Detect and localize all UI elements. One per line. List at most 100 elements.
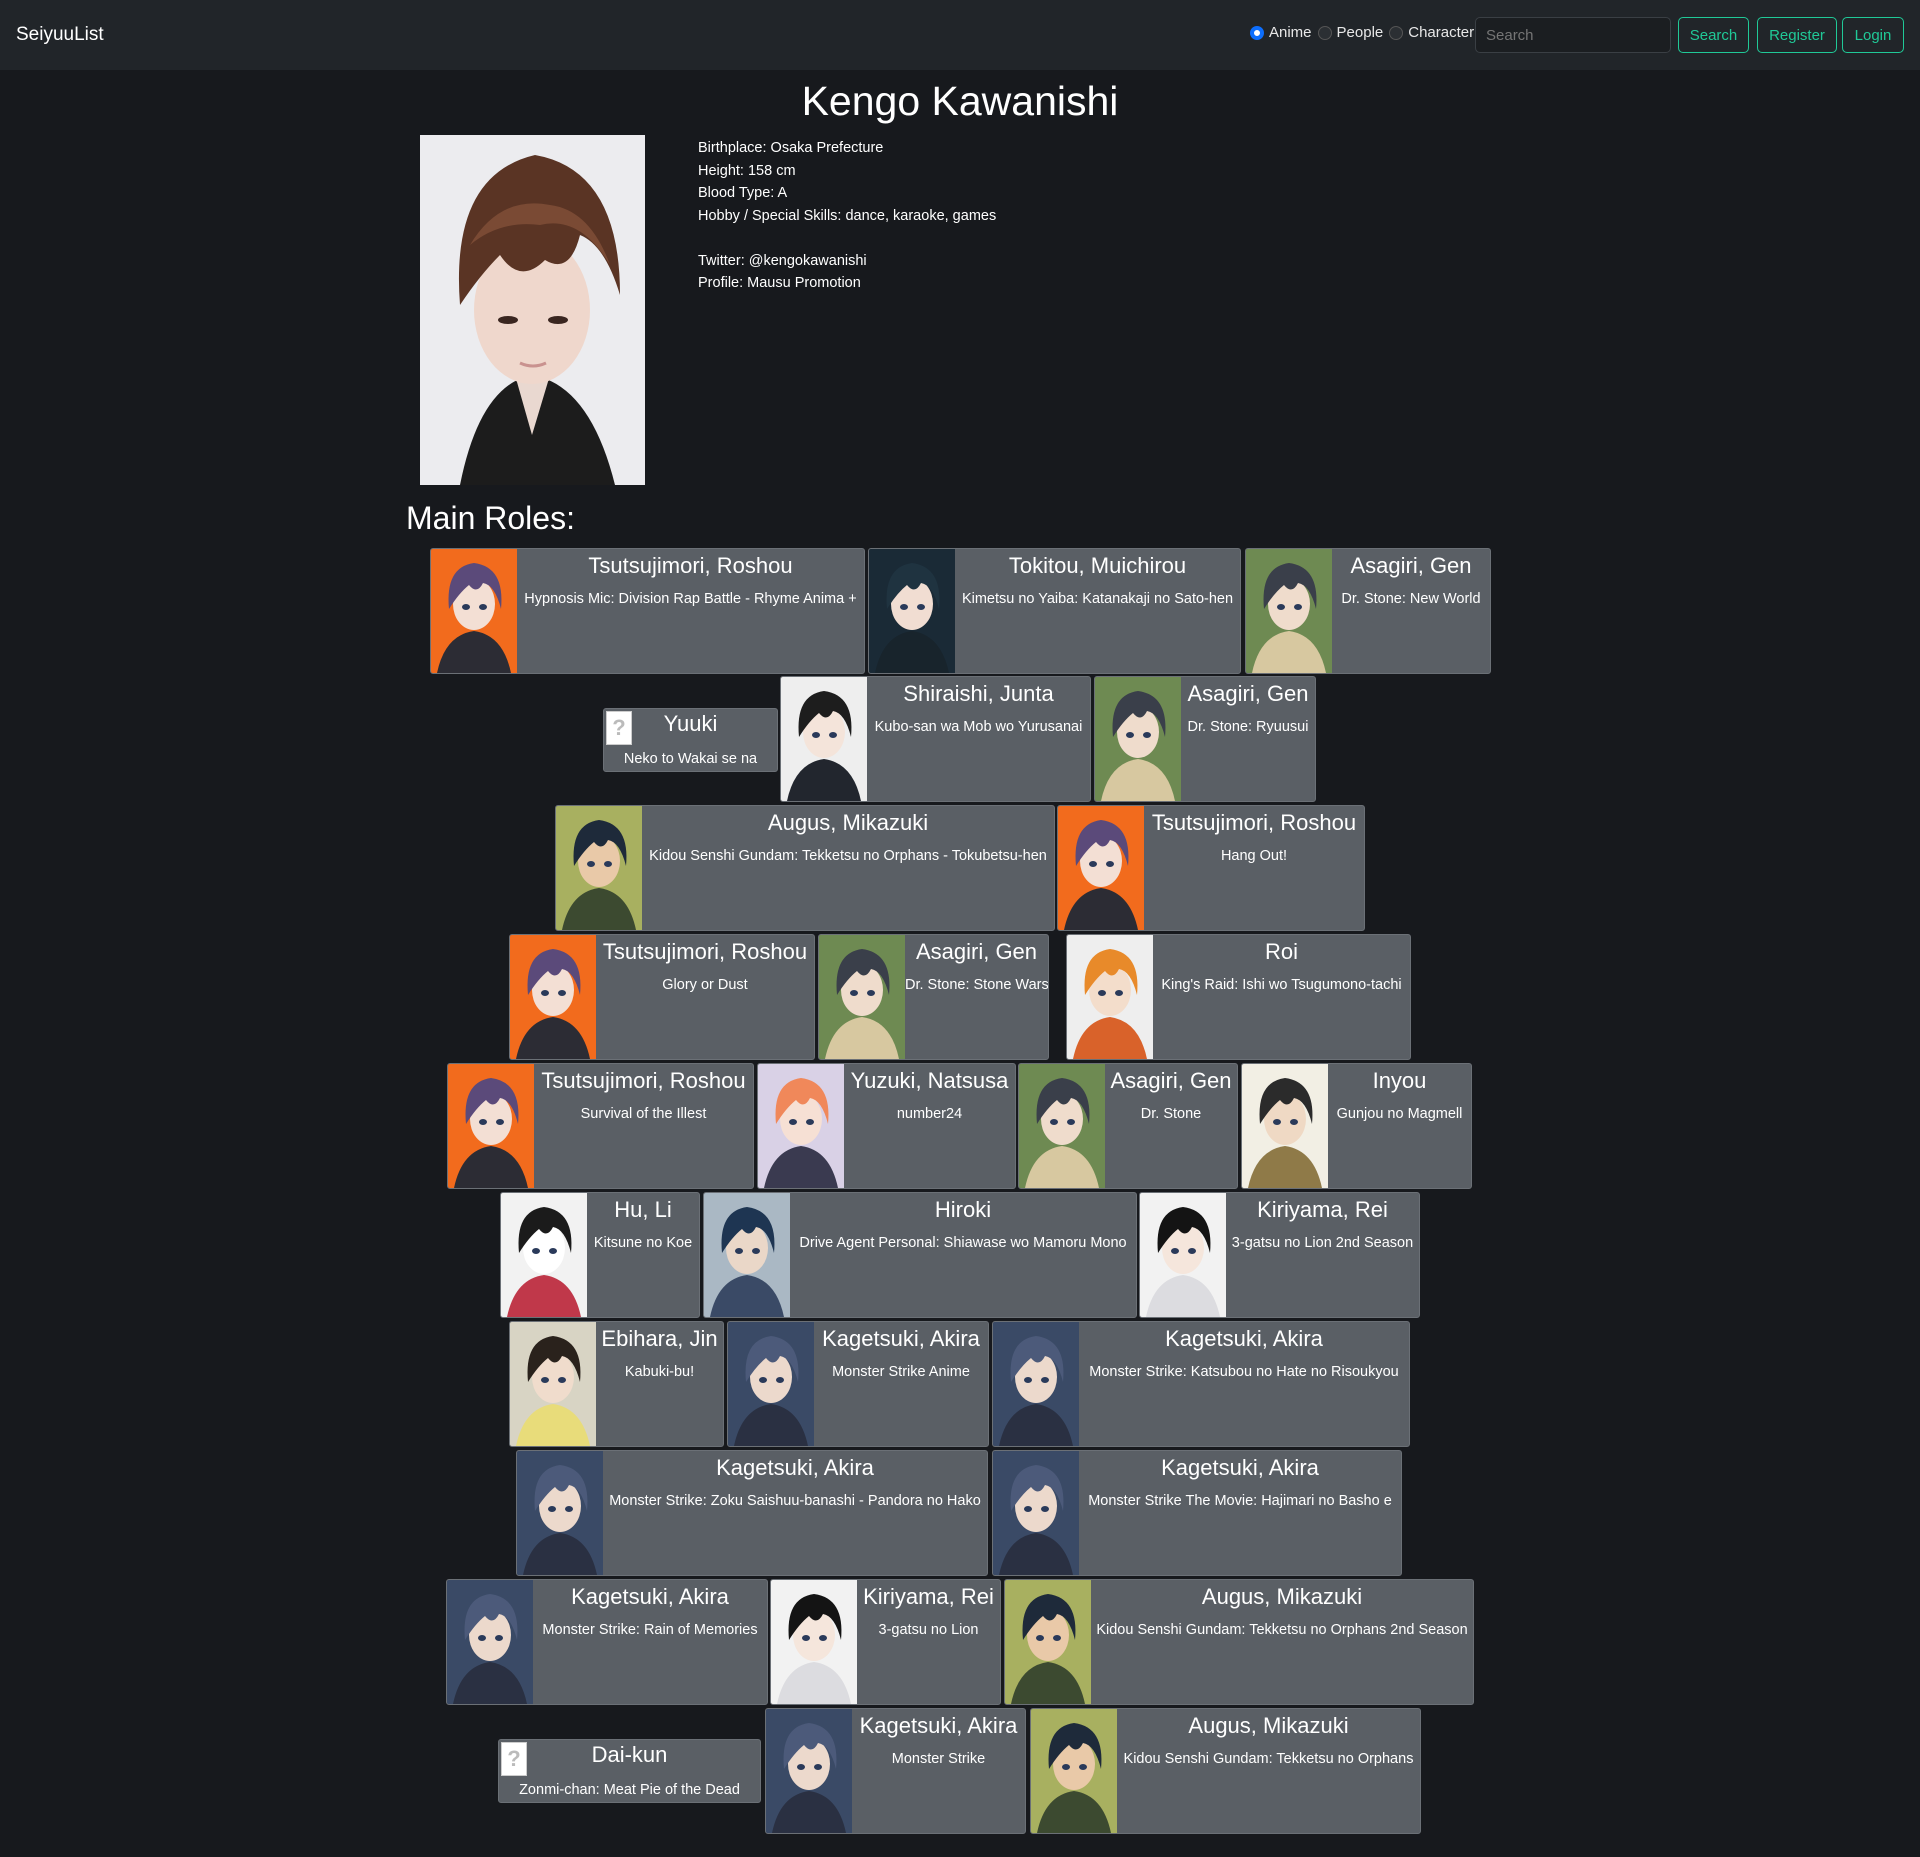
radio-anime[interactable]: Anime <box>1250 24 1312 41</box>
anime-title[interactable]: Monster Strike: Katsubou no Hate no Riso… <box>1079 1364 1409 1380</box>
anime-title[interactable]: Kitsune no Koe <box>587 1235 699 1251</box>
role-card[interactable]: Asagiri, Gen Dr. Stone <box>1018 1063 1238 1189</box>
anime-title[interactable]: Gunjou no Magmell <box>1328 1106 1471 1122</box>
character-name[interactable]: Tsutsujimori, Roshou <box>1144 810 1364 836</box>
character-name[interactable]: Kagetsuki, Akira <box>603 1455 987 1481</box>
role-card[interactable]: Hu, Li Kitsune no Koe <box>500 1192 700 1318</box>
anime-title[interactable]: Zonmi-chan: Meat Pie of the Dead <box>499 1782 760 1798</box>
character-name[interactable]: Kiriyama, Rei <box>857 1584 1000 1610</box>
character-thumbnail[interactable] <box>510 935 596 1059</box>
anime-title[interactable]: Neko to Wakai se na <box>604 751 777 767</box>
role-card[interactable]: Tsutsujimori, Roshou Glory or Dust <box>509 934 815 1060</box>
character-name[interactable]: Asagiri, Gen <box>1105 1068 1237 1094</box>
role-card[interactable]: Ebihara, Jin Kabuki-bu! <box>509 1321 724 1447</box>
character-thumbnail[interactable] <box>1095 677 1181 801</box>
character-name[interactable]: Hu, Li <box>587 1197 699 1223</box>
character-thumbnail[interactable] <box>1019 1064 1105 1188</box>
role-card[interactable]: ? Yuuki Neko to Wakai se na <box>603 708 778 772</box>
anime-title[interactable]: Kabuki-bu! <box>596 1364 723 1380</box>
character-thumbnail[interactable] <box>1005 1580 1091 1704</box>
character-thumbnail[interactable] <box>1031 1709 1117 1833</box>
character-name[interactable]: Tsutsujimori, Roshou <box>596 939 814 965</box>
role-card[interactable]: Roi King's Raid: Ishi wo Tsugumono-tachi <box>1066 934 1411 1060</box>
role-card[interactable]: Tsutsujimori, Roshou Survival of the Ille… <box>447 1063 754 1189</box>
anime-title[interactable]: Monster Strike <box>852 1751 1025 1767</box>
character-thumbnail[interactable] <box>1246 549 1332 673</box>
radio-character[interactable]: Character <box>1389 24 1474 41</box>
character-thumbnail[interactable] <box>510 1322 596 1446</box>
character-name[interactable]: Tsutsujimori, Roshou <box>534 1068 753 1094</box>
character-thumbnail[interactable] <box>766 1709 852 1833</box>
role-card[interactable]: Tsutsujimori, Roshou Hypnosis Mic: Divisi… <box>430 548 865 674</box>
character-thumbnail[interactable] <box>771 1580 857 1704</box>
anime-title[interactable]: number24 <box>844 1106 1015 1122</box>
anime-title[interactable]: 3-gatsu no Lion 2nd Season <box>1226 1235 1419 1251</box>
character-name[interactable]: Asagiri, Gen <box>1332 553 1490 579</box>
anime-title[interactable]: Monster Strike The Movie: Hajimari no Ba… <box>1079 1493 1401 1509</box>
character-thumbnail[interactable] <box>819 935 905 1059</box>
character-thumbnail[interactable] <box>758 1064 844 1188</box>
character-thumbnail[interactable] <box>556 806 642 930</box>
anime-title[interactable]: Monster Strike: Zoku Saishuu-banashi - P… <box>603 1493 987 1509</box>
role-card[interactable]: Shiraishi, Junta Kubo-san wa Mob wo Yurus… <box>780 676 1091 802</box>
role-card[interactable]: Yuzuki, Natsusa number24 <box>757 1063 1016 1189</box>
character-thumbnail[interactable] <box>1067 935 1153 1059</box>
character-name[interactable]: Roi <box>1153 939 1410 965</box>
radio-dot-icon[interactable] <box>1250 25 1264 40</box>
radio-dot-icon[interactable] <box>1317 25 1332 40</box>
role-card[interactable]: Asagiri, Gen Dr. Stone: New World <box>1245 548 1491 674</box>
register-button[interactable]: Register <box>1757 17 1837 53</box>
character-name[interactable]: Shiraishi, Junta <box>867 681 1090 707</box>
character-name[interactable]: Kiriyama, Rei <box>1226 1197 1419 1223</box>
character-name[interactable]: Tokitou, Muichirou <box>955 553 1240 579</box>
anime-title[interactable]: Kidou Senshi Gundam: Tekketsu no Orphans… <box>1091 1622 1473 1638</box>
character-thumbnail[interactable] <box>1242 1064 1328 1188</box>
anime-title[interactable]: Survival of the Illest <box>534 1106 753 1122</box>
search-input[interactable] <box>1475 17 1671 53</box>
character-thumbnail[interactable] <box>517 1451 603 1575</box>
character-name[interactable]: Ebihara, Jin <box>596 1326 723 1352</box>
anime-title[interactable]: Dr. Stone <box>1105 1106 1237 1122</box>
character-name[interactable]: Yuzuki, Natsusa <box>844 1068 1015 1094</box>
search-button[interactable]: Search <box>1678 17 1749 53</box>
character-thumbnail[interactable] <box>448 1064 534 1188</box>
anime-title[interactable]: Dr. Stone: Stone Wars <box>905 977 1048 993</box>
role-card[interactable]: Kagetsuki, Akira Monster Strike Anime <box>727 1321 989 1447</box>
role-card[interactable]: Asagiri, Gen Dr. Stone: Stone Wars <box>818 934 1049 1060</box>
brand-logo[interactable]: SeiyuuList <box>16 24 104 46</box>
anime-title[interactable]: Hang Out! <box>1144 848 1364 864</box>
role-card[interactable]: Kagetsuki, Akira Monster Strike: Katsubou… <box>992 1321 1410 1447</box>
role-card[interactable]: Augus, Mikazuki Kidou Senshi Gundam: Tekk… <box>1004 1579 1474 1705</box>
radio-dot-icon[interactable] <box>1389 25 1404 40</box>
character-thumbnail[interactable] <box>447 1580 533 1704</box>
character-name[interactable]: Yuuki <box>604 711 777 737</box>
character-thumbnail[interactable] <box>993 1451 1079 1575</box>
role-card[interactable]: Kagetsuki, Akira Monster Strike The Movie… <box>992 1450 1402 1576</box>
character-name[interactable]: Hiroki <box>790 1197 1136 1223</box>
role-card[interactable]: Augus, Mikazuki Kidou Senshi Gundam: Tekk… <box>1030 1708 1421 1834</box>
role-card[interactable]: Kiriyama, Rei 3-gatsu no Lion 2nd Season <box>1139 1192 1420 1318</box>
character-thumbnail[interactable] <box>869 549 955 673</box>
character-thumbnail[interactable] <box>993 1322 1079 1446</box>
role-card[interactable]: Asagiri, Gen Dr. Stone: Ryuusui <box>1094 676 1316 802</box>
character-name[interactable]: Augus, Mikazuki <box>1091 1584 1473 1610</box>
anime-title[interactable]: Monster Strike Anime <box>814 1364 988 1380</box>
role-card[interactable]: Inyou Gunjou no Magmell <box>1241 1063 1472 1189</box>
character-thumbnail[interactable] <box>1058 806 1144 930</box>
role-card[interactable]: Kagetsuki, Akira Monster Strike <box>765 1708 1026 1834</box>
anime-title[interactable]: Kidou Senshi Gundam: Tekketsu no Orphans <box>1117 1751 1420 1767</box>
character-name[interactable]: Asagiri, Gen <box>1181 681 1315 707</box>
character-thumbnail[interactable] <box>1140 1193 1226 1317</box>
detail-profile[interactable]: Profile: Mausu Promotion <box>698 272 996 295</box>
character-name[interactable]: Kagetsuki, Akira <box>814 1326 988 1352</box>
character-name[interactable]: Kagetsuki, Akira <box>533 1584 767 1610</box>
character-name[interactable]: Kagetsuki, Akira <box>1079 1455 1401 1481</box>
anime-title[interactable]: King's Raid: Ishi wo Tsugumono-tachi <box>1153 977 1410 993</box>
character-name[interactable]: Augus, Mikazuki <box>642 810 1054 836</box>
role-card[interactable]: Augus, Mikazuki Kidou Senshi Gundam: Tekk… <box>555 805 1055 931</box>
role-card[interactable]: ? Dai-kun Zonmi-chan: Meat Pie of the Dead <box>498 1739 761 1803</box>
anime-title[interactable]: Kimetsu no Yaiba: Katanakaji no Sato-hen <box>955 591 1240 607</box>
role-card[interactable]: Kagetsuki, Akira Monster Strike: Zoku Sai… <box>516 1450 988 1576</box>
character-name[interactable]: Asagiri, Gen <box>905 939 1048 965</box>
radio-people[interactable]: People <box>1317 24 1383 41</box>
